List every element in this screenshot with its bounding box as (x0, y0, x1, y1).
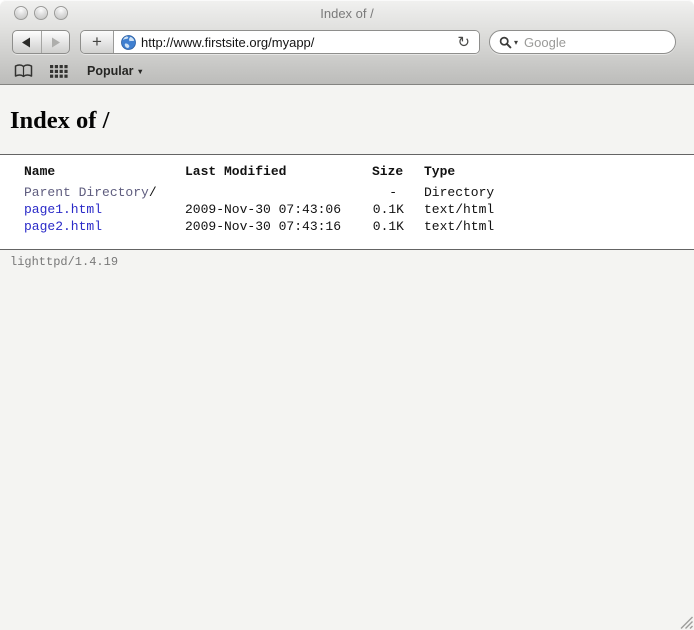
size-cell: 0.1K (372, 201, 424, 218)
add-bookmark-button[interactable]: + (81, 31, 114, 53)
search-field-container: ▾ (489, 30, 676, 54)
bookmarks-bar: Popular ▼ (0, 58, 694, 84)
table-row: page1.html 2009-Nov-30 07:43:06 0.1K tex… (24, 201, 544, 218)
back-arrow-icon (21, 37, 32, 48)
parent-directory-link[interactable]: Parent Directory (24, 185, 149, 200)
grid-icon (50, 65, 68, 78)
address-bar-group: + ↻ (80, 30, 480, 54)
back-button[interactable] (13, 31, 41, 53)
modified-cell: 2009-Nov-30 07:43:06 (185, 201, 372, 218)
file-link-page2[interactable]: page2.html (24, 219, 102, 234)
browser-chrome: Index of / + (0, 0, 694, 85)
column-header-name: Name (24, 164, 185, 184)
show-bookmarks-button[interactable] (14, 64, 33, 78)
back-forward-control (12, 30, 70, 54)
safari-window: Index of / + (0, 0, 694, 630)
page-title: Index of / (10, 107, 694, 135)
column-header-modified: Last Modified (185, 164, 372, 184)
type-cell: text/html (424, 201, 544, 218)
file-link-page1[interactable]: page1.html (24, 202, 102, 217)
search-input[interactable] (524, 35, 666, 50)
web-page-content: Index of / Name Last Modified Size Type … (0, 85, 694, 630)
folder-caret-icon: ▼ (137, 67, 144, 76)
navigation-toolbar: + ↻ (0, 26, 694, 58)
type-cell: Directory (424, 184, 544, 201)
reload-button[interactable]: ↻ (455, 35, 472, 50)
address-field-container: ↻ (114, 31, 479, 53)
directory-listing: Name Last Modified Size Type Parent Dire… (0, 154, 694, 250)
column-header-type: Type (424, 164, 544, 184)
server-signature: lighttpd/1.4.19 (10, 255, 694, 269)
modified-cell (185, 184, 372, 201)
table-header-row: Name Last Modified Size Type (24, 164, 544, 184)
search-engine-caret-icon[interactable]: ▾ (514, 38, 518, 47)
bookmarks-folder-label: Popular (87, 64, 134, 78)
table-row: page2.html 2009-Nov-30 07:43:16 0.1K tex… (24, 218, 544, 235)
top-sites-button[interactable] (50, 65, 68, 78)
window-title: Index of / (0, 6, 694, 21)
size-cell: 0.1K (372, 218, 424, 235)
table-row: Parent Directory/ - Directory (24, 184, 544, 201)
modified-cell: 2009-Nov-30 07:43:16 (185, 218, 372, 235)
name-suffix: / (149, 185, 157, 200)
open-book-icon (14, 64, 33, 78)
forward-arrow-icon (50, 37, 61, 48)
url-input[interactable] (141, 35, 450, 50)
forward-button[interactable] (41, 31, 70, 53)
resize-grip[interactable] (677, 613, 693, 629)
plus-icon: + (92, 32, 102, 52)
globe-favicon (121, 35, 136, 50)
directory-table: Name Last Modified Size Type Parent Dire… (24, 164, 544, 235)
column-header-size: Size (372, 164, 424, 184)
titlebar[interactable]: Index of / (0, 0, 694, 26)
type-cell: text/html (424, 218, 544, 235)
bookmarks-folder-popular[interactable]: Popular ▼ (87, 64, 144, 78)
search-icon (499, 36, 512, 49)
size-cell: - (372, 184, 424, 201)
